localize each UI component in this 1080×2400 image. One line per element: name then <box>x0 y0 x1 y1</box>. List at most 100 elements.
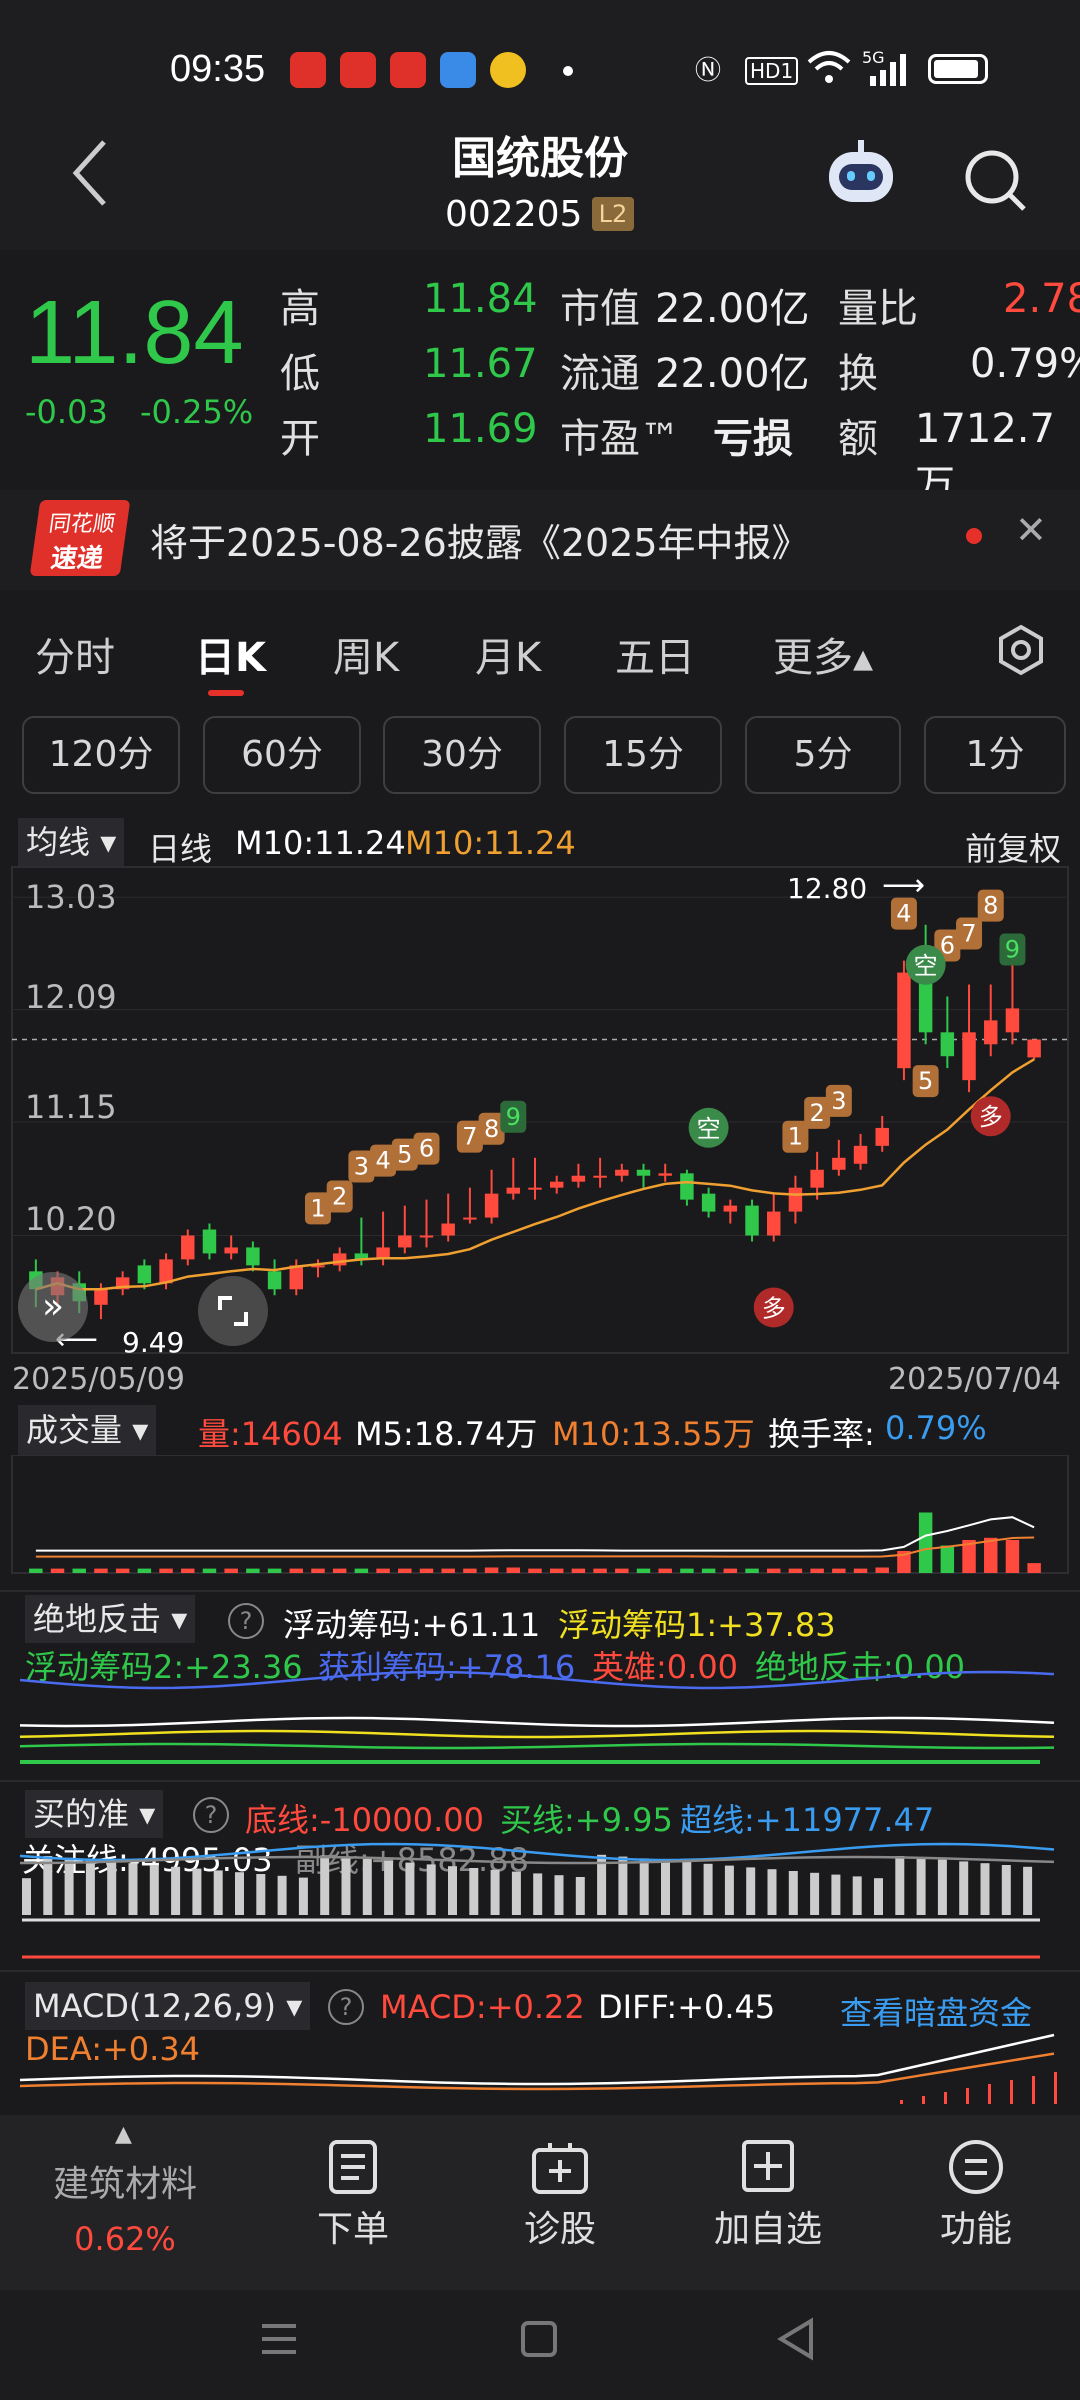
y-tick-label: 13.03 <box>25 878 117 916</box>
diagnose-button[interactable]: 诊股 <box>490 2200 630 2252</box>
kline-chart[interactable]: 1 23 4 5 6 7 8 912 346 7895空空多多 <box>0 865 1080 1355</box>
add-watchlist-icon[interactable] <box>740 2138 796 2196</box>
market-cap-value: 22.00亿 <box>655 286 810 332</box>
add-watchlist-button[interactable]: 加自选 <box>693 2200 843 2252</box>
signal-marker-label: 2 <box>809 1099 824 1127</box>
candle-body <box>137 1265 152 1284</box>
tab-intraday[interactable]: 分时 <box>35 625 115 683</box>
candle-body <box>506 1187 521 1194</box>
function-menu-icon[interactable] <box>947 2138 1005 2196</box>
indicator2-chart[interactable] <box>0 1820 1080 1965</box>
minute-tab-1[interactable]: 1分 <box>924 716 1066 794</box>
volume-bar <box>376 1568 390 1573</box>
candle-body <box>94 1289 108 1305</box>
signal-marker-label: 9 <box>506 1103 521 1131</box>
macd-histogram-bar <box>1032 2076 1035 2104</box>
candle-body <box>528 1187 542 1190</box>
minute-tab-60[interactable]: 60分 <box>203 716 361 794</box>
volume-bar <box>137 1568 152 1573</box>
tab-monthly-k[interactable]: 月K <box>475 625 541 683</box>
open-value: 11.69 <box>423 406 538 452</box>
more-notifications-dot-icon <box>563 66 573 76</box>
tab-daily-k[interactable]: 日K <box>195 625 266 683</box>
status-time: 09:35 <box>170 48 266 90</box>
back-nav-icon[interactable] <box>775 2316 817 2362</box>
order-button[interactable]: 下单 <box>283 2200 423 2252</box>
app-notification-icon <box>440 52 476 88</box>
stock-name: 国统股份 <box>452 133 628 184</box>
volume-bar <box>115 1568 130 1573</box>
volume-bar <box>788 1568 803 1573</box>
candle-body <box>853 1145 868 1164</box>
candle-body <box>832 1157 846 1170</box>
diagnose-icon[interactable] <box>530 2140 590 2196</box>
ind2-bar <box>320 1855 330 1915</box>
home-icon[interactable] <box>518 2318 560 2360</box>
tab-more[interactable]: 更多▴ <box>773 625 873 683</box>
signal-marker-label: 1 <box>788 1123 803 1151</box>
candle-body <box>571 1175 586 1182</box>
ind2-bar <box>192 1868 202 1915</box>
unread-dot-icon <box>966 528 982 544</box>
high-arrow-icon: ⟶ <box>882 868 926 903</box>
ind1-green-line <box>19 1742 1055 1750</box>
minute-tab-5[interactable]: 5分 <box>745 716 901 794</box>
ind2-bar <box>277 1875 287 1915</box>
help-icon[interactable]: ? <box>228 1603 264 1639</box>
volume-chart[interactable] <box>0 1455 1080 1575</box>
active-tab-indicator <box>208 690 244 696</box>
minute-tab-15[interactable]: 15分 <box>564 716 722 794</box>
signal-marker-label: 多 <box>762 1294 786 1322</box>
candle-body <box>484 1193 499 1218</box>
function-button[interactable]: 功能 <box>906 2200 1046 2252</box>
adjustment-label[interactable]: 前复权 <box>965 824 1061 870</box>
candle-body <box>267 1271 282 1290</box>
ind2-bar <box>980 1863 990 1915</box>
open-label: 开 <box>280 416 320 462</box>
pe-value: 亏损 <box>713 416 793 462</box>
fullscreen-icon[interactable] <box>198 1276 268 1346</box>
y-tick-label: 11.15 <box>25 1088 117 1126</box>
collapse-icon[interactable]: » <box>18 1272 88 1342</box>
divider <box>0 1590 1080 1592</box>
order-icon[interactable] <box>325 2138 381 2196</box>
candle-body <box>246 1247 260 1266</box>
tab-weekly-k[interactable]: 周K <box>333 625 399 683</box>
candle-body <box>723 1205 738 1212</box>
volume-bar <box>267 1568 282 1573</box>
tab-five-day[interactable]: 五日 <box>615 625 695 683</box>
candle-body <box>224 1247 238 1254</box>
ind2-bar <box>85 1859 95 1915</box>
close-icon[interactable]: ✕ <box>1015 508 1047 552</box>
recent-apps-icon[interactable] <box>258 2318 300 2360</box>
settings-icon[interactable] <box>995 624 1047 676</box>
candle-body <box>463 1217 477 1220</box>
chevron-up-icon[interactable]: ▲ <box>115 2122 132 2147</box>
macd-chart[interactable] <box>0 2020 1080 2115</box>
y-tick-label: 10.20 <box>25 1200 117 1238</box>
volume-bar <box>1005 1540 1020 1573</box>
signal-marker: 8 <box>977 889 1004 922</box>
sector-change: 0.62% <box>74 2220 176 2258</box>
volume-bar <box>50 1568 65 1573</box>
indicator1-chart[interactable] <box>0 1650 1080 1770</box>
ind2-bar <box>1001 1865 1011 1915</box>
minute-tab-30[interactable]: 30分 <box>383 716 541 794</box>
indicator1-selector[interactable]: 绝地反击 ▾ <box>25 1595 196 1643</box>
signal-marker-label: 5 <box>918 1067 933 1095</box>
app-notification-icon <box>340 52 376 88</box>
signal-marker-label: 空 <box>914 952 938 980</box>
search-icon[interactable] <box>960 145 1030 215</box>
ind2-bar <box>511 1871 521 1915</box>
volume-bar <box>636 1568 651 1573</box>
low-label: 低 <box>280 351 320 397</box>
volume-bar <box>810 1568 824 1573</box>
sector-name[interactable]: 建筑材料 <box>40 2155 210 2207</box>
ai-assistant-icon[interactable] <box>823 140 899 210</box>
volume-selector[interactable]: 成交量 ▾ <box>18 1405 157 1455</box>
volume-value: 量:14604 <box>198 1415 343 1453</box>
ma-selector[interactable]: 均线 ▾ <box>18 818 125 866</box>
minute-tab-120[interactable]: 120分 <box>22 716 180 794</box>
volume-bar <box>680 1568 694 1573</box>
volume-bar <box>528 1568 542 1573</box>
